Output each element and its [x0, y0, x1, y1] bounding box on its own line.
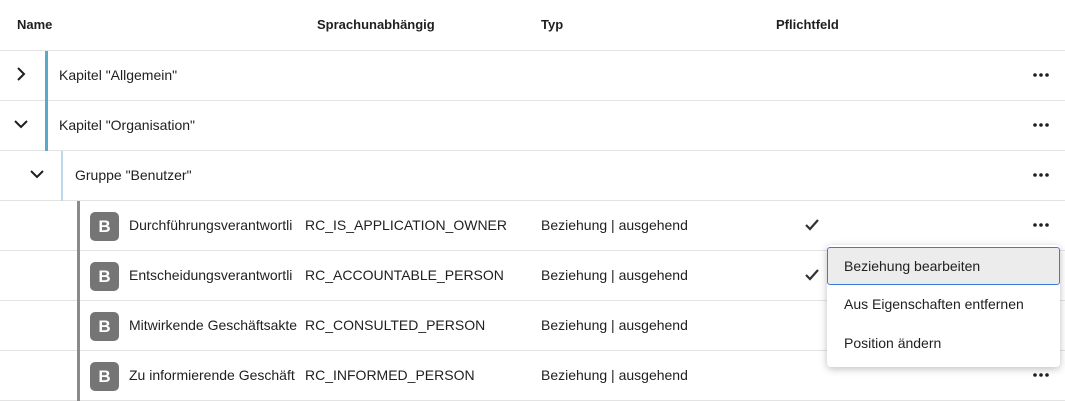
menu-item-change-position[interactable]: Position ändern [827, 324, 1060, 362]
relation-name: Zu informierende Geschäft [129, 367, 295, 383]
relation-indicator-bar [77, 201, 80, 251]
required-check-icon [804, 218, 820, 235]
group-indicator-bar [61, 151, 63, 201]
relation-name: Mitwirkende Geschäftsakte [129, 317, 298, 333]
relation-type: Beziehung | ausgehend [541, 317, 688, 333]
relation-type-badge: B [90, 212, 119, 241]
column-header-type[interactable]: Typ [541, 17, 563, 32]
table-header: Name Sprachunabhängig Typ Pflichtfeld [0, 0, 1065, 51]
relation-type-badge: B [90, 312, 119, 341]
menu-item-edit-relation[interactable]: Beziehung bearbeiten [827, 247, 1060, 285]
chevron-right-icon[interactable] [13, 66, 29, 82]
more-actions-icon[interactable] [1027, 215, 1055, 235]
chapter-row-allgemein[interactable]: Kapitel "Allgemein" [0, 51, 1065, 101]
column-header-language-independent[interactable]: Sprachunabhängig [317, 17, 435, 32]
chapter-label: Kapitel "Allgemein" [59, 67, 178, 83]
relation-key: RC_INFORMED_PERSON [305, 367, 475, 383]
more-actions-icon[interactable] [1027, 65, 1055, 85]
relation-indicator-bar [77, 351, 80, 401]
relation-type: Beziehung | ausgehend [541, 367, 688, 383]
required-check-icon [804, 268, 820, 285]
relation-indicator-bar [77, 301, 80, 351]
group-row-benutzer[interactable]: Gruppe "Benutzer" [0, 151, 1065, 201]
context-menu: Beziehung bearbeiten Aus Eigenschaften e… [827, 245, 1060, 367]
chapter-label: Kapitel "Organisation" [59, 117, 196, 133]
relation-indicator-bar [77, 251, 80, 301]
chevron-down-icon[interactable] [13, 116, 29, 132]
chevron-down-icon[interactable] [29, 166, 45, 182]
more-actions-icon[interactable] [1027, 365, 1055, 385]
relation-name: Entscheidungsverantwortli [129, 267, 293, 283]
relation-type: Beziehung | ausgehend [541, 217, 688, 233]
chapter-row-organisation[interactable]: Kapitel "Organisation" [0, 101, 1065, 151]
relation-type-badge: B [90, 262, 119, 291]
relation-type: Beziehung | ausgehend [541, 267, 688, 283]
relation-key: RC_IS_APPLICATION_OWNER [305, 217, 508, 233]
relation-row[interactable]: B Durchführungsverantwortli RC_IS_APPLIC… [0, 201, 1065, 251]
chapter-indicator-bar [45, 101, 48, 151]
chapter-indicator-bar [45, 51, 48, 101]
more-actions-icon[interactable] [1027, 115, 1055, 135]
more-actions-icon[interactable] [1027, 165, 1055, 185]
column-header-required[interactable]: Pflichtfeld [776, 17, 839, 32]
relation-type-badge: B [90, 362, 119, 391]
relation-key: RC_ACCOUNTABLE_PERSON [305, 267, 504, 283]
relation-key: RC_CONSULTED_PERSON [305, 317, 486, 333]
group-label: Gruppe "Benutzer" [75, 167, 192, 183]
menu-item-remove-from-properties[interactable]: Aus Eigenschaften entfernen [827, 285, 1060, 323]
column-header-name[interactable]: Name [17, 17, 52, 32]
relation-name: Durchführungsverantwortli [129, 217, 293, 233]
